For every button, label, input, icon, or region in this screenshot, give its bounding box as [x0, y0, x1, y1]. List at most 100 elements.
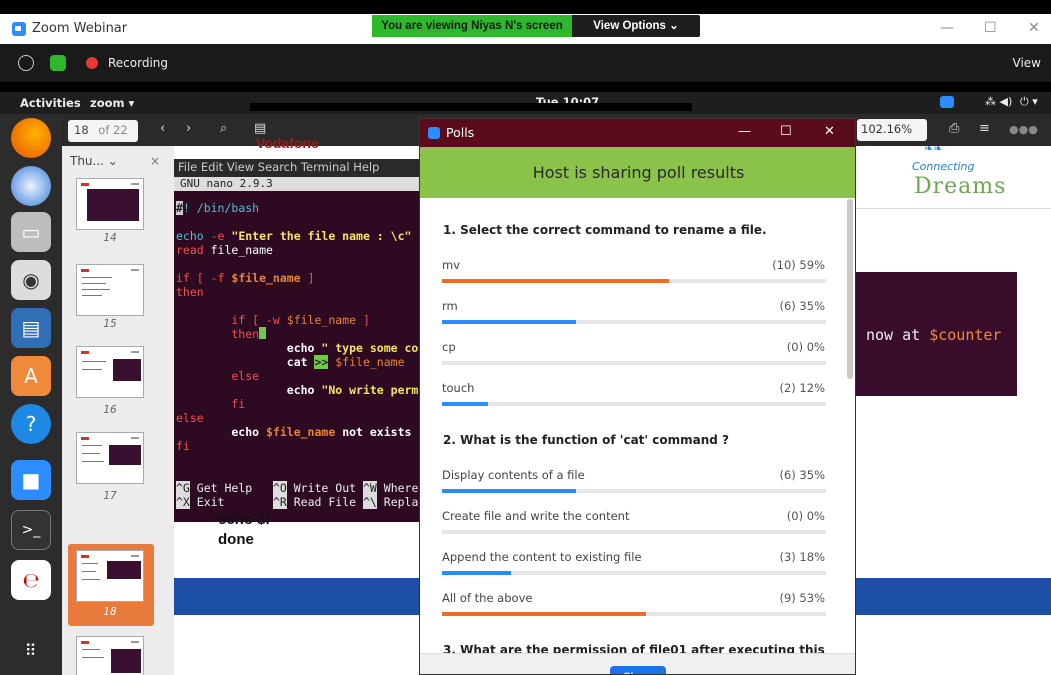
power-icon[interactable]: ⏻ ▾	[1020, 95, 1038, 109]
poll-question-1: 1. Select the correct command to rename …	[443, 223, 767, 237]
document-viewer-icon[interactable]: ℮	[11, 560, 51, 600]
connecting-dreams-logo-icon: ❧❧	[924, 142, 943, 155]
poll-option-value: (9) 53%	[779, 591, 825, 605]
previous-page-icon[interactable]: ‹	[160, 121, 165, 136]
thumbnail-number: 17	[103, 490, 117, 502]
nano-shortcuts: ^G Get Help ^O Write Out ^W Where ^X Exi…	[176, 481, 421, 509]
page-number-field[interactable]: 18 of 22	[68, 120, 138, 142]
polls-header: Host is sharing poll results	[420, 147, 855, 198]
slide-code-snippet: now at $counter	[854, 272, 1017, 396]
terminal-screenshot: File Edit View Search Terminal Help GNU …	[174, 159, 421, 522]
terminal-menu: File Edit View Search Terminal Help	[174, 159, 421, 177]
app-menu[interactable]: zoom ▾	[90, 96, 134, 110]
page-number: 18	[74, 123, 89, 137]
minimize-button[interactable]: —	[940, 20, 954, 36]
poll-option-label: Append the content to existing file	[442, 550, 642, 564]
poll-option-value: (3) 18%	[779, 550, 825, 564]
close-button[interactable]: ✕	[1028, 20, 1040, 36]
counter-text: now at $counter	[866, 326, 1002, 344]
polls-scrollbar[interactable]	[847, 199, 853, 379]
zoom-logo-icon	[428, 127, 440, 139]
poll-option-label: All of the above	[442, 591, 533, 605]
poll-question-2: 2. What is the function of 'cat' command…	[443, 433, 729, 447]
polls-close-results-button[interactable]: Close	[610, 666, 666, 674]
polls-maximize-button[interactable]: ☐	[780, 124, 792, 139]
poll-option-label: mv	[442, 258, 461, 272]
thumbnail-sidebar: Thu... ⌄ × 14 15 16 17 18	[62, 146, 174, 675]
view-button[interactable]: View	[1013, 56, 1041, 70]
thumbnail-number: 14	[103, 232, 117, 244]
window-controls-icon[interactable]: ●●●	[1009, 123, 1038, 136]
poll-option-bar-fill	[442, 279, 669, 283]
poll-option-bar-fill	[442, 612, 646, 616]
polls-window-title: Polls	[446, 125, 475, 140]
firefox-icon[interactable]	[11, 118, 51, 158]
poll-option-bar-fill	[442, 571, 512, 575]
sidebar-header: Thu... ⌄ ×	[70, 154, 166, 176]
sidebar-title[interactable]: Thu... ⌄	[70, 154, 118, 168]
zoom-app-icon[interactable]: ■	[11, 460, 51, 500]
zoom-logo-icon	[12, 22, 26, 36]
network-icon[interactable]: ⁂ ◀)	[985, 95, 1012, 108]
help-icon[interactable]: ?	[11, 404, 51, 444]
logo-text-bottom: Dreams	[914, 174, 1007, 199]
software-icon[interactable]: A	[11, 356, 51, 396]
poll-option-bar	[442, 320, 826, 324]
screen: Zoom Webinar — ☐ ✕ You are viewing Niyas…	[0, 0, 1051, 675]
poll-option-bar	[442, 279, 826, 283]
thumbnail-17[interactable]	[76, 432, 144, 484]
terminal-icon[interactable]: >_	[11, 510, 51, 550]
poll-option-bar	[442, 612, 826, 616]
poll-option-bar	[442, 361, 826, 365]
thumbnail-18[interactable]	[76, 550, 144, 602]
screen-obscure-strip	[250, 103, 692, 111]
polls-minimize-button[interactable]: —	[738, 124, 751, 139]
poll-option-bar-fill	[442, 320, 577, 324]
polls-window: Polls — ☐ ✕ Host is sharing poll results…	[419, 118, 856, 675]
poll-option-label: rm	[442, 299, 458, 313]
thumbnail-14[interactable]	[76, 178, 144, 230]
poll-option-bar	[442, 402, 826, 406]
polls-header-text: Host is sharing poll results	[532, 163, 745, 182]
thumbnail-19[interactable]	[76, 636, 144, 675]
thumbnail-15[interactable]	[76, 264, 144, 316]
info-icon[interactable]	[18, 55, 34, 71]
thunderbird-icon[interactable]	[11, 166, 51, 206]
menu-icon[interactable]: ≡	[979, 121, 990, 136]
search-icon[interactable]: ⌕	[220, 121, 227, 136]
zoom-level-select[interactable]: 102.16% ⌄	[857, 119, 927, 150]
poll-option-value: (0) 0%	[786, 509, 825, 523]
thumbnail-number: 16	[103, 404, 117, 416]
thumbnail-number: 18	[103, 606, 117, 618]
slide-code-text: echo $i done	[218, 511, 270, 548]
recording-label[interactable]: Recording	[108, 56, 168, 70]
logo-text-top: Connecting	[912, 160, 975, 173]
next-page-icon[interactable]: ›	[186, 121, 191, 136]
show-apps-icon[interactable]: ⠿	[11, 630, 51, 670]
polls-titlebar: Polls — ☐ ✕	[420, 119, 855, 147]
poll-option-label: cp	[442, 340, 456, 354]
polls-close-button[interactable]: ✕	[824, 124, 835, 139]
ubuntu-dock: ▭ ◉ ▤ A ? ■ >_ ℮ ⠿	[0, 114, 62, 675]
poll-option-value: (2) 12%	[779, 381, 825, 395]
annotations-icon[interactable]: ▤	[254, 121, 266, 136]
poll-option-bar	[442, 530, 826, 534]
activities-button[interactable]: Activities	[20, 96, 81, 110]
files-icon[interactable]: ▭	[11, 212, 51, 252]
rhythmbox-icon[interactable]: ◉	[11, 260, 51, 300]
poll-option-value: (10) 59%	[772, 258, 825, 272]
zoom-tray-icon[interactable]	[940, 96, 954, 108]
maximize-button[interactable]: ☐	[984, 20, 997, 36]
text-cursor	[259, 327, 267, 339]
poll-option-label: Create file and write the content	[442, 509, 630, 523]
shield-icon[interactable]	[50, 55, 66, 71]
thumbnail-16[interactable]	[76, 346, 144, 398]
poll-option-bar	[442, 489, 826, 493]
sidebar-close-icon[interactable]: ×	[150, 154, 160, 168]
print-icon[interactable]: ⎙	[949, 121, 959, 136]
poll-option-value: (6) 35%	[779, 299, 825, 313]
poll-option-value: (0) 0%	[786, 340, 825, 354]
view-options-button[interactable]: View Options ⌄	[572, 15, 700, 37]
writer-icon[interactable]: ▤	[11, 308, 51, 348]
viewing-screen-label: You are viewing Niyas N's screen	[372, 15, 572, 37]
